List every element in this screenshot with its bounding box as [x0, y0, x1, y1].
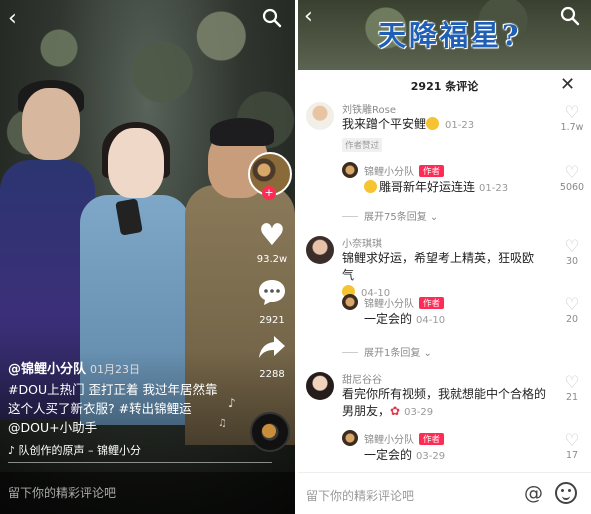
reply-body: 一定会的 — [364, 312, 413, 326]
reply-text: 一定会的 03-29 — [364, 447, 445, 465]
screenshot: ‹ + ♥ 93.2w 2921 2288 ♪ ♫ @锦鲤小分队01月23日 — [0, 0, 591, 514]
heart-icon[interactable]: ♡ — [560, 296, 584, 314]
at-icon[interactable]: @ — [524, 482, 543, 504]
comment-username[interactable]: 甜尼谷谷 — [342, 371, 382, 386]
comment-icon — [252, 278, 292, 313]
comment-like-count: 21 — [565, 392, 579, 403]
comment-count: 2921 — [259, 315, 285, 326]
heart-icon[interactable]: ♡ — [560, 104, 584, 122]
video-progress-bar[interactable] — [8, 462, 272, 463]
comments-sheet: 2921 条评论 ✕ 刘铁雕Rose 我来蹭个平安鲤 01-23 作者赞过 ♡ 1… — [298, 70, 591, 514]
reply-username-row: 锦鲤小分队 作者 — [364, 163, 445, 178]
video-person — [210, 118, 274, 146]
expand-replies[interactable]: 展开1条回复 ⌄ — [342, 344, 432, 359]
share-count: 2288 — [259, 369, 285, 380]
comment-input-placeholder[interactable]: 留下你的精彩评论吧 — [8, 484, 116, 501]
follow-plus-icon[interactable]: + — [262, 186, 276, 200]
back-icon[interactable]: ‹ — [304, 6, 313, 28]
video-author[interactable]: @锦鲤小分队 01月23日 — [8, 358, 140, 377]
comment-body: 锦鲤求好运，希望考上精英，狂吸欧气 — [342, 251, 535, 282]
video-person — [22, 88, 80, 160]
search-icon[interactable] — [560, 6, 580, 31]
heart-icon[interactable]: ♡ — [560, 164, 584, 182]
avatar[interactable] — [342, 294, 358, 310]
emoji-icon — [426, 117, 440, 130]
expand-replies-label[interactable]: 展开75条回复 — [364, 212, 427, 223]
like-count: 93.2w — [256, 254, 288, 265]
comment-button[interactable]: 2921 — [252, 278, 292, 326]
reply-time: 01-23 — [479, 183, 509, 194]
reply-like-count: 5060 — [559, 182, 585, 193]
avatar[interactable] — [306, 102, 334, 130]
reply-username-row: 锦鲤小分队 作者 — [364, 295, 445, 310]
search-icon[interactable] — [262, 8, 282, 33]
author-liked-tag: 作者赞过 — [342, 138, 383, 152]
music-note-icon: ♪ — [228, 396, 236, 410]
avatar[interactable] — [306, 236, 334, 264]
comment-time: 03-29 — [404, 407, 434, 418]
author-badge: 作者 — [419, 433, 445, 445]
back-icon[interactable]: ‹ — [8, 8, 17, 30]
like-button[interactable]: ♥ 93.2w — [252, 218, 292, 266]
author-badge: 作者 — [419, 165, 445, 177]
video-sound[interactable]: ♪ 队创作的原声 – 锦鲤小分 — [8, 442, 141, 458]
comment-body: 我来蹭个平安鲤 — [342, 117, 427, 131]
reply-username[interactable]: 锦鲤小分队 — [364, 167, 414, 178]
reply-text: 雕哥新年好运连连 01-23 — [364, 179, 508, 197]
comments-header: 2921 条评论 ✕ — [298, 70, 591, 100]
reply-time: 03-29 — [416, 451, 446, 462]
comments-title: 2921 条评论 — [410, 80, 479, 93]
emoji-icon[interactable] — [555, 482, 577, 504]
reply-body: 雕哥新年好运连连 — [379, 180, 476, 194]
comment-like-count: 1.7w — [560, 122, 584, 133]
avatar[interactable] — [342, 430, 358, 446]
video-caption: #DOU上热门 歪打正着 我过年居然靠这个人买了新衣服? #转出锦鲤运 @DOU… — [8, 382, 218, 435]
music-note-icon: ♫ — [218, 418, 227, 429]
comment-like-count: 30 — [565, 256, 579, 267]
comment-username[interactable]: 刘铁雕Rose — [342, 101, 396, 116]
avatar[interactable] — [342, 162, 358, 178]
share-button[interactable]: 2288 — [252, 334, 292, 380]
close-icon[interactable]: ✕ — [560, 74, 575, 95]
overlay-title: 天降福星? — [378, 19, 522, 52]
rose-icon: ✿ — [390, 404, 401, 418]
reply-body: 一定会的 — [364, 448, 413, 462]
reply-text: 一定会的 04-10 — [364, 311, 445, 329]
reply-time: 04-10 — [416, 315, 446, 326]
heart-icon[interactable]: ♡ — [560, 374, 584, 392]
comment-input-bar[interactable]: 留下你的精彩评论吧 @ — [298, 472, 591, 514]
expand-replies[interactable]: 展开75条回复 ⌄ — [342, 208, 438, 223]
reply-username[interactable]: 锦鲤小分队 — [364, 435, 414, 446]
avatar[interactable] — [306, 372, 334, 400]
expand-replies-label[interactable]: 展开1条回复 — [364, 348, 420, 359]
author-badge: 作者 — [419, 297, 445, 309]
music-disc-cover — [262, 424, 276, 438]
video-author-name[interactable]: @锦鲤小分队 — [8, 362, 86, 377]
comment-username[interactable]: 小奈琪琪 — [342, 235, 382, 250]
comment-text: 我来蹭个平安鲤 01-23 — [342, 116, 474, 134]
video-date: 01月23日 — [90, 363, 141, 376]
comment-input-placeholder[interactable]: 留下你的精彩评论吧 — [306, 487, 414, 504]
video-player[interactable]: ‹ + ♥ 93.2w 2921 2288 ♪ ♫ @锦鲤小分队 01月23日 — [0, 0, 295, 514]
comments-view: ‹ 天降福星? 2921 条评论 ✕ 刘铁雕Rose 我来蹭个平安鲤 01-23 … — [298, 0, 591, 514]
video-person — [108, 128, 164, 198]
comment-time: 01-23 — [445, 120, 475, 131]
comment-text: 看完你所有视频，我就想能中个合格的男朋友，✿ 03-29 — [342, 386, 547, 421]
emoji-icon — [364, 180, 377, 193]
share-icon — [252, 334, 292, 367]
heart-icon[interactable]: ♡ — [560, 238, 584, 256]
heart-icon[interactable]: ♡ — [560, 432, 584, 450]
heart-icon: ♥ — [258, 218, 286, 253]
reply-like-count: 20 — [565, 314, 579, 325]
comment-input-bar[interactable]: 留下你的精彩评论吧 — [0, 472, 295, 514]
comment-body: 看完你所有视频，我就想能中个合格的男朋友， — [342, 387, 547, 418]
reply-like-count: 17 — [565, 450, 579, 461]
reply-username-row: 锦鲤小分队 作者 — [364, 431, 445, 446]
reply-username[interactable]: 锦鲤小分队 — [364, 299, 414, 310]
